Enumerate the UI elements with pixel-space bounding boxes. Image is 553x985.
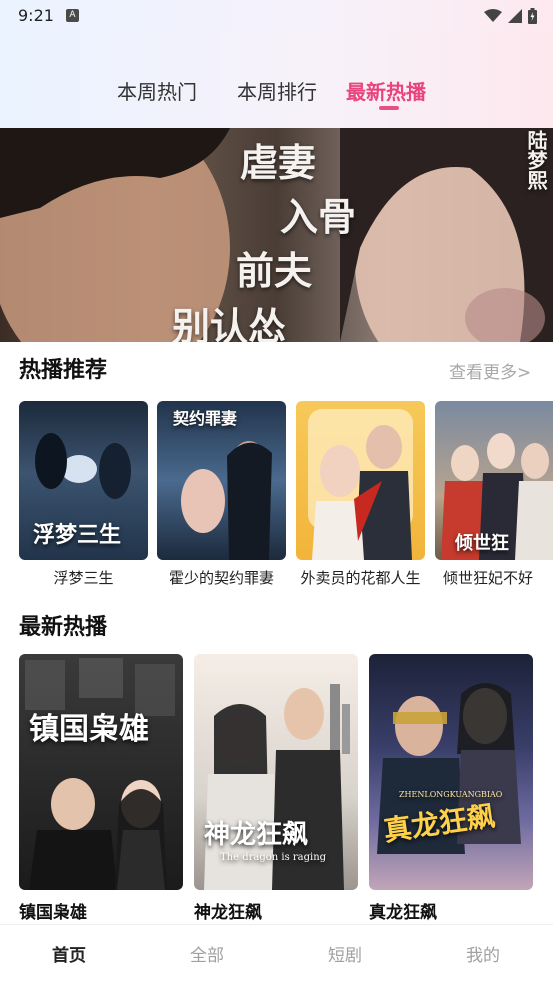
banner-credit: 陆梦熙	[524, 130, 548, 190]
notification-a-icon: A	[66, 9, 79, 22]
card-title: 浮梦三生	[53, 569, 114, 587]
card-title: 霍少的契约罪妻	[168, 569, 274, 587]
poster-subtitle: ZHENLONGKUANGBIAO	[399, 790, 503, 799]
poster-art	[25, 658, 175, 890]
poster-title: 浮梦三生	[33, 522, 122, 548]
view-more-link[interactable]: 查看更多>	[449, 358, 531, 383]
poster-image: 倾世狂	[435, 401, 553, 560]
card-title: 真龙狂飙	[369, 903, 437, 923]
status-icons	[484, 8, 537, 24]
poster-image: 浮梦三生	[19, 401, 148, 560]
poster-image: 镇国枭雄	[19, 654, 183, 890]
status-time: 9:21	[18, 6, 54, 25]
banner-title-line-3: 前夫	[236, 248, 313, 293]
signal-icon	[508, 9, 522, 23]
banner-carousel[interactable]: 虐妻 入骨 前夫 别认怂 陆梦熙	[0, 128, 553, 342]
hot-card-1[interactable]: 浮梦三生 浮梦三生	[19, 401, 148, 591]
card-title: 外卖员的花都人生	[300, 569, 421, 587]
banner-title-line-4: 别认怂	[172, 304, 287, 342]
nav-short-drama[interactable]: 短剧	[328, 941, 362, 966]
nav-all[interactable]: 全部	[190, 941, 224, 966]
hot-section-title: 热播推荐	[19, 358, 108, 383]
hot-card-2[interactable]: 契约罪妻 霍少的契约罪妻	[157, 401, 286, 591]
card-title: 镇国枭雄	[19, 903, 87, 923]
hot-card-4[interactable]: 倾世狂 倾世狂妃不好	[435, 401, 553, 591]
card-title: 倾世狂妃不好	[443, 569, 534, 587]
poster-subtitle: The dragon is raging	[220, 852, 327, 863]
poster-art	[377, 683, 521, 854]
tab-bar: 本周热门 本周排行 最新热播	[0, 76, 553, 116]
poster-title: 契约罪妻	[173, 409, 238, 428]
tab-latest-hot[interactable]: 最新热播	[346, 76, 426, 105]
card-title: 神龙狂飙	[194, 903, 262, 923]
banner-title-line-1: 虐妻	[240, 140, 317, 185]
bottom-nav: 首页 全部 短剧 我的	[0, 924, 553, 985]
poster-image: 真龙狂飙 ZHENLONGKUANGBIAO	[369, 654, 533, 890]
poster-title: 镇国枭雄	[29, 712, 149, 747]
nav-home[interactable]: 首页	[52, 941, 86, 966]
status-bar: 9:21 A	[0, 0, 553, 32]
battery-icon	[528, 8, 537, 24]
poster-title: 神龙狂飙	[204, 820, 309, 850]
tab-weekly-hot[interactable]: 本周热门	[117, 76, 197, 105]
poster-art	[308, 409, 413, 560]
active-tab-indicator	[379, 106, 399, 110]
latest-card-3[interactable]: 真龙狂飙 ZHENLONGKUANGBIAO 真龙狂飙	[369, 654, 533, 923]
top-header: 本周热门 本周排行 最新热播	[0, 32, 553, 128]
latest-card-2[interactable]: 神龙狂飙 The dragon is raging 神龙狂飙	[194, 654, 358, 923]
latest-section-title: 最新热播	[19, 615, 108, 640]
poster-title: 倾世狂	[455, 533, 509, 554]
latest-card-1[interactable]: 镇国枭雄 镇国枭雄	[19, 654, 183, 923]
hot-card-3[interactable]: 外卖员的花都人生	[296, 401, 425, 591]
poster-image: 契约罪妻	[157, 401, 286, 560]
poster-image: 神龙狂飙 The dragon is raging	[194, 654, 358, 890]
tab-weekly-ranking[interactable]: 本周排行	[237, 76, 317, 105]
banner-title-line-2: 入骨	[280, 194, 357, 239]
wifi-icon	[484, 9, 502, 22]
poster-image	[296, 401, 425, 560]
nav-mine[interactable]: 我的	[466, 941, 500, 966]
